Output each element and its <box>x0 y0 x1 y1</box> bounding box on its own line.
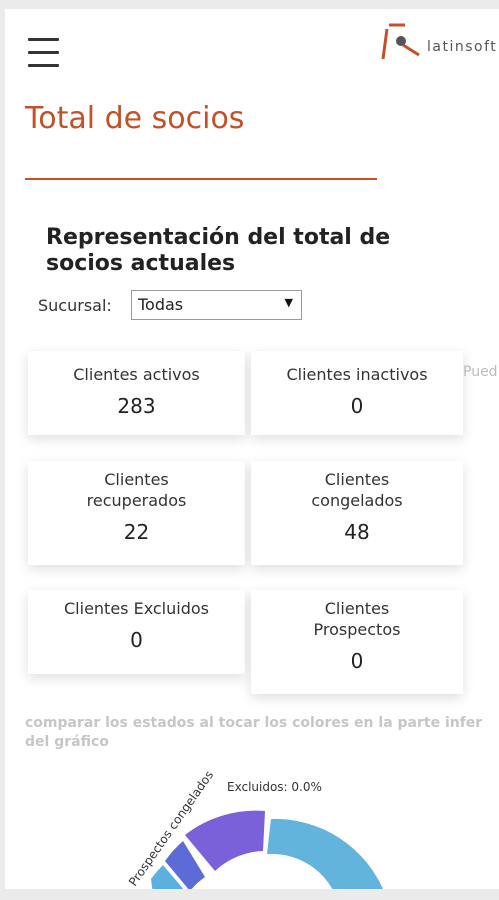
card-recovered-clients[interactable]: Clientes recuperados 22 <box>28 461 245 565</box>
card-frozen-clients[interactable]: Clientes congelados 48 <box>251 461 463 565</box>
card-label: Clientes recuperados <box>86 470 187 510</box>
card-label: Clientes Prospectos <box>313 599 401 639</box>
card-prospect-clients[interactable]: Clientes Prospectos 0 <box>251 590 463 694</box>
card-active-clients[interactable]: Clientes activos 283 <box>28 351 245 435</box>
branch-select-value: Todas <box>138 295 184 314</box>
title-divider <box>25 178 377 180</box>
donut-segment-frozen[interactable] <box>185 810 265 871</box>
caret-down-icon: ▼ <box>284 296 293 309</box>
card-value: 48 <box>344 520 370 544</box>
card-value: 283 <box>117 394 156 418</box>
donut-label-excluded: Excluidos: 0.0% <box>227 780 322 794</box>
card-inactive-clients[interactable]: Clientes inactivos 0 <box>251 351 463 435</box>
page-title: Total de socios <box>25 101 245 136</box>
card-value: 0 <box>350 649 364 673</box>
donut-segment-active[interactable] <box>267 818 385 889</box>
branch-select[interactable]: Todas ▼ <box>131 290 302 320</box>
card-label: Clientes inactivos <box>286 365 428 384</box>
card-value: 0 <box>130 628 143 652</box>
card-value: 22 <box>123 520 150 544</box>
card-label: Clientes Excluidos <box>64 599 209 618</box>
card-value: 0 <box>350 394 364 418</box>
clipped-text: Pued <box>463 364 498 380</box>
members-donut-chart[interactable]: Excluidos: 0.0% Prospectos congelados <box>105 769 405 889</box>
card-excluded-clients[interactable]: Clientes Excluidos 0 <box>28 590 245 674</box>
card-label: Clientes congelados <box>311 470 403 510</box>
card-label: Clientes activos <box>73 365 200 384</box>
logo-text: latinsoft <box>427 39 498 55</box>
section-heading: Representación del total de socios actua… <box>46 225 391 276</box>
logo-mark-icon <box>381 23 420 60</box>
app-screen: latinsoft Total de socios Representación… <box>5 9 499 889</box>
brand-logo: latinsoft <box>377 15 499 63</box>
hamburger-menu-icon[interactable] <box>28 37 60 69</box>
chart-hint-text: comparar los estados al tocar los colore… <box>25 715 483 750</box>
branch-filter-label: Sucursal: <box>38 296 112 315</box>
